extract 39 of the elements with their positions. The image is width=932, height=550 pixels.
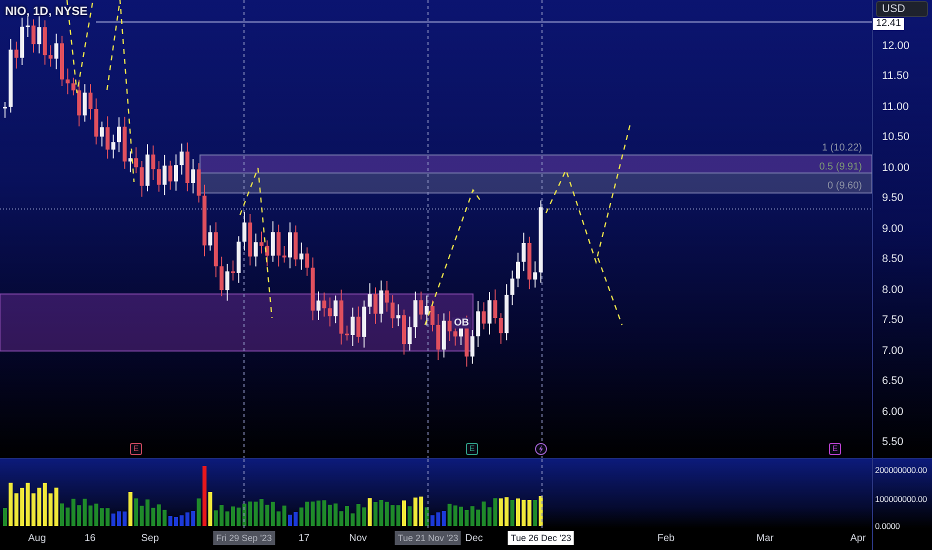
price-tick: 6.50 bbox=[882, 375, 904, 388]
volume-tick: 200000000.00 bbox=[875, 465, 927, 475]
price-tick: 9.50 bbox=[882, 192, 904, 204]
crosshair-date-label: Tue 26 Dec '23 bbox=[508, 531, 574, 545]
fib-level-label: 0 (9.60) bbox=[828, 180, 862, 192]
time-tick: Feb bbox=[657, 533, 675, 544]
price-tick: 12.00 bbox=[882, 40, 910, 52]
current-price-label: 12.41 bbox=[873, 18, 904, 30]
earnings-marker: E bbox=[130, 443, 142, 455]
volume-tick: 0.0000 bbox=[875, 521, 900, 531]
time-tick: Nov bbox=[349, 533, 367, 544]
time-tick: Aug bbox=[28, 533, 46, 544]
order-block-label: OB bbox=[452, 318, 471, 328]
time-tick: 17 bbox=[298, 533, 310, 544]
price-tick: 10.50 bbox=[882, 131, 910, 144]
time-tick: Apr bbox=[850, 533, 866, 544]
chart-title: NIO, 1D, NYSE bbox=[5, 4, 88, 18]
price-tick: 6.00 bbox=[882, 406, 904, 418]
fib-level-label: 1 (10.22) bbox=[822, 142, 862, 154]
earnings-marker: E bbox=[829, 443, 841, 455]
price-tick: 9.00 bbox=[882, 222, 904, 235]
time-tick: Sep bbox=[141, 533, 159, 544]
price-tick: 7.00 bbox=[882, 344, 904, 357]
price-tick: 11.50 bbox=[882, 70, 909, 82]
time-tick: 16 bbox=[84, 533, 96, 544]
price-tick: 8.00 bbox=[882, 284, 904, 296]
time-tick: Dec bbox=[465, 533, 483, 544]
price-tick: 11.00 bbox=[882, 100, 909, 113]
price-tick: 5.50 bbox=[882, 436, 904, 448]
crosshair-date-label: Tue 21 Nov '23 bbox=[394, 531, 462, 545]
price-tick: 10.00 bbox=[882, 162, 910, 174]
earnings-marker: E bbox=[466, 443, 478, 455]
volume-tick: 100000000.00 bbox=[875, 494, 927, 504]
time-tick: Mar bbox=[756, 533, 774, 544]
fib-level-label: 0.5 (9.91) bbox=[819, 162, 862, 172]
price-tick: 8.50 bbox=[882, 253, 904, 266]
crosshair-date-label: Fri 29 Sep '23 bbox=[213, 531, 275, 545]
price-tick: 7.50 bbox=[882, 314, 904, 326]
currency-button[interactable]: USD bbox=[876, 1, 928, 17]
